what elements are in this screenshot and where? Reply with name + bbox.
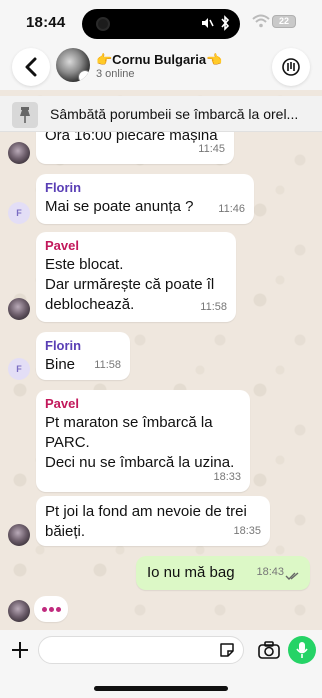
typing-dot xyxy=(56,607,61,612)
avatar[interactable]: F xyxy=(8,358,30,380)
chevron-left-icon xyxy=(25,57,37,77)
pinned-message-bar[interactable]: Sâmbătă porumbeii se îmbarcă la orel... xyxy=(0,96,322,132)
sender-name[interactable]: Florin xyxy=(45,180,245,196)
typing-dot xyxy=(49,607,54,612)
message-line: Pt joi la fond am nevoie de trei xyxy=(45,503,247,520)
message-time: 18:33 xyxy=(213,471,241,483)
typing-indicator xyxy=(34,596,68,622)
message-line: Este blocat. xyxy=(45,256,124,273)
group-avatar[interactable] xyxy=(56,48,90,82)
sender-name[interactable]: Pavel xyxy=(45,396,241,412)
avatar[interactable]: F xyxy=(8,202,30,224)
message-bubble[interactable]: Pt joi la fond am nevoie de trei băieți.… xyxy=(36,496,270,546)
message-bubble[interactable]: Pavel Pt maraton se îmbarcă la PARC. Dec… xyxy=(36,390,250,492)
message-line: băieți. xyxy=(45,523,86,540)
message-bubble[interactable]: Pavel Este blocat. Dar urmărește că poat… xyxy=(36,232,236,322)
message-line: Deci nu se îmbarcă la uzina. xyxy=(45,454,235,471)
sticker-icon[interactable] xyxy=(219,642,235,658)
message-time: 11:58 xyxy=(200,301,227,313)
avatar[interactable] xyxy=(8,142,30,164)
message-time-value: 18:43 xyxy=(256,566,284,578)
camera-dot xyxy=(96,17,110,31)
message-time: 18:35 xyxy=(233,525,261,537)
wifi-icon xyxy=(252,14,270,28)
message-line: Pt maraton se îmbarcă la xyxy=(45,414,213,431)
status-bar: 18:44 22 xyxy=(0,0,322,44)
back-button[interactable] xyxy=(12,48,50,86)
message-time: 18:43 xyxy=(256,562,284,582)
group-title[interactable]: 👉Cornu Bulgaria👈 xyxy=(96,52,222,68)
message-time: 11:58 xyxy=(94,359,121,371)
group-info-button[interactable] xyxy=(272,48,310,86)
message-line: Dar urmărește că poate îl xyxy=(45,276,215,293)
message-input[interactable] xyxy=(38,636,244,664)
message-time: 11:46 xyxy=(218,203,245,215)
avatar[interactable] xyxy=(8,524,30,546)
status-time: 18:44 xyxy=(26,14,66,31)
sender-name[interactable]: Florin xyxy=(45,338,121,354)
plus-icon[interactable] xyxy=(10,640,30,660)
message-time: 11:45 xyxy=(198,143,225,155)
dynamic-island xyxy=(82,9,240,39)
my-message-bubble[interactable]: Io nu mă bag 18:43 xyxy=(136,556,310,590)
microphone-button[interactable] xyxy=(288,636,316,664)
home-indicator xyxy=(94,686,228,691)
chat-header: 👉Cornu Bulgaria👈 3 online xyxy=(0,44,322,90)
pinned-message-text: Sâmbătă porumbeii se îmbarcă la orel... xyxy=(50,106,299,122)
typing-dot xyxy=(42,607,47,612)
camera-icon[interactable] xyxy=(258,640,280,660)
composer-bar xyxy=(0,630,322,698)
avatar[interactable] xyxy=(8,600,30,622)
bluetooth-icon xyxy=(220,15,230,34)
microphone-icon xyxy=(296,642,308,658)
message-bubble[interactable]: Florin Mai se poate anunța ? 11:46 xyxy=(36,174,254,224)
status-ring-icon xyxy=(78,70,90,82)
double-check-icon xyxy=(285,572,299,580)
message-line: PARC. xyxy=(45,434,90,451)
message-bubble[interactable]: Florin Bine 11:58 xyxy=(36,332,130,380)
people-icon xyxy=(282,58,300,76)
pin-icon xyxy=(12,102,38,128)
sender-name[interactable]: Pavel xyxy=(45,238,227,254)
avatar[interactable] xyxy=(8,298,30,320)
online-count: 3 online xyxy=(96,68,135,80)
message-text: Mai se poate anunța ? xyxy=(45,198,194,215)
mute-icon xyxy=(200,16,214,33)
battery-indicator: 22 xyxy=(272,15,296,28)
